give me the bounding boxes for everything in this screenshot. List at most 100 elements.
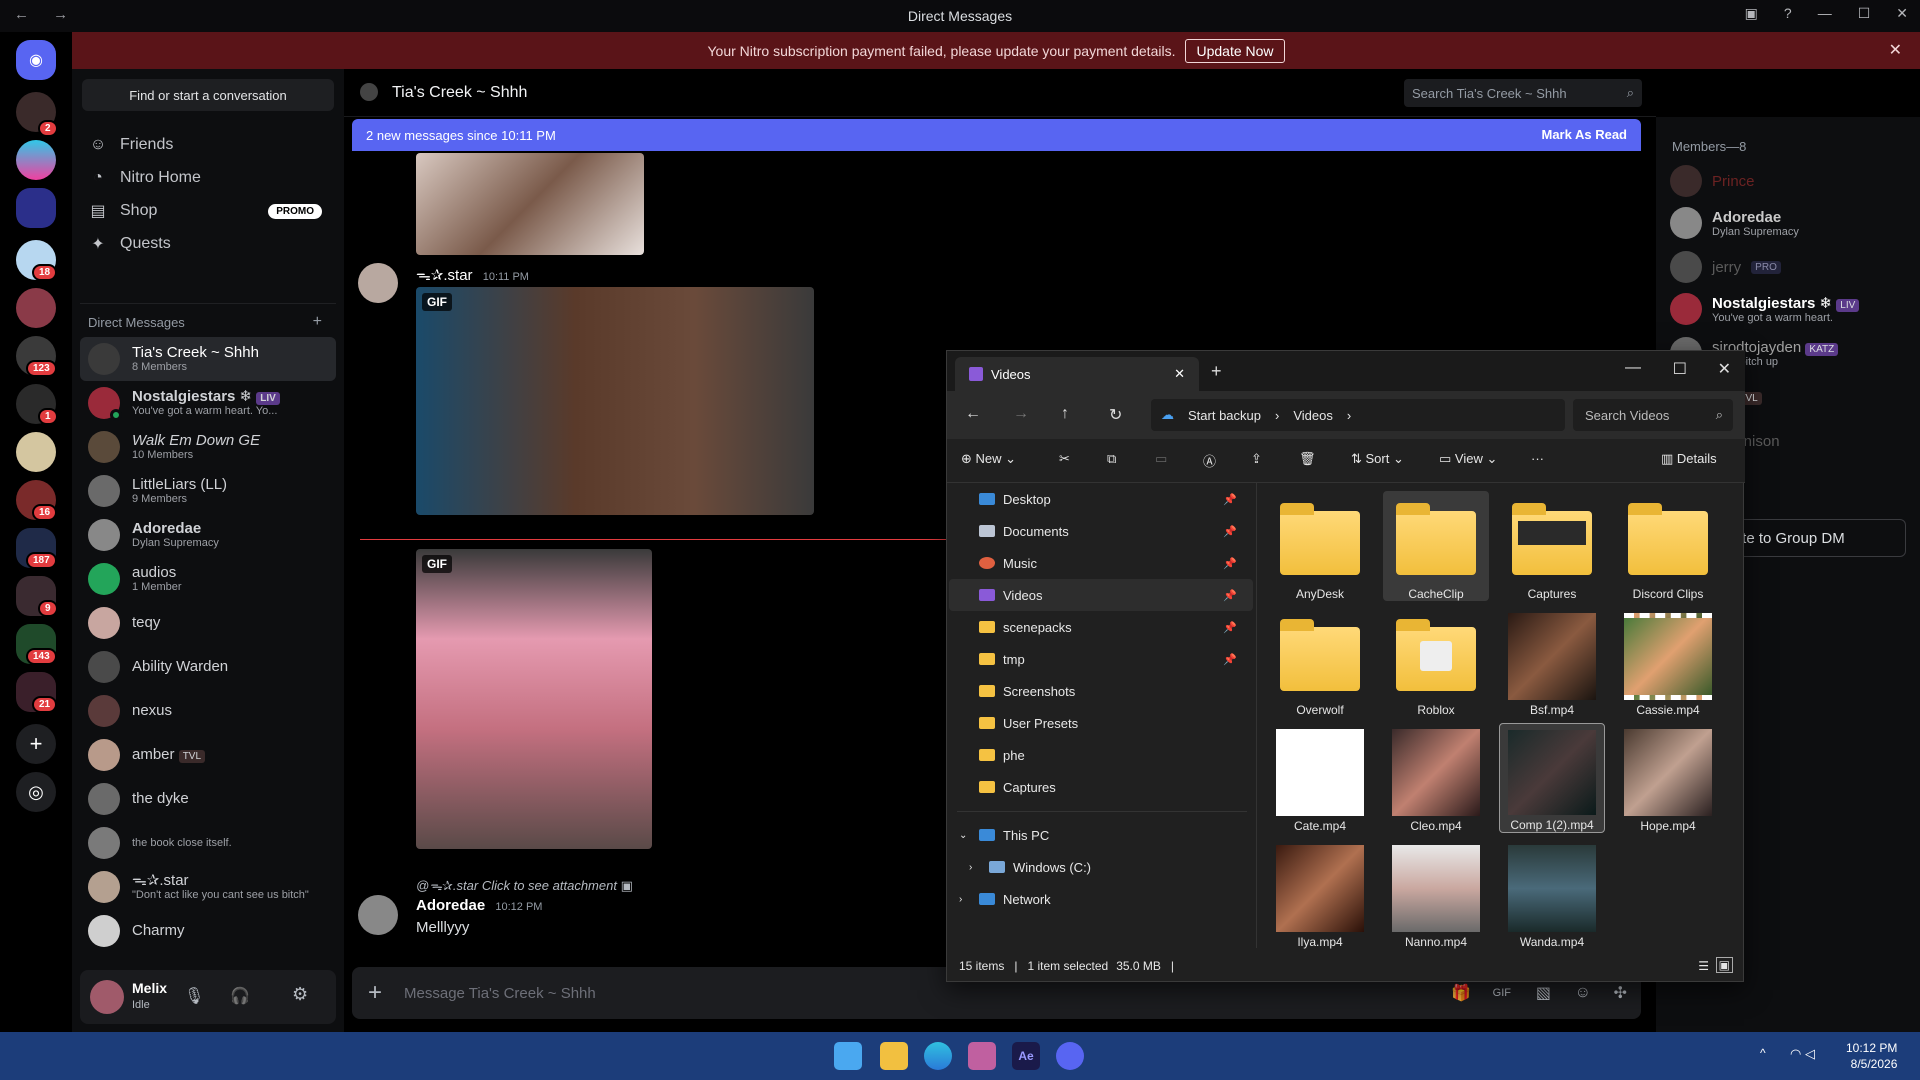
- dm-item[interactable]: LittleLiars (LL) 9 Members: [80, 469, 336, 513]
- nav-windows-c[interactable]: › Windows (C:): [949, 851, 1253, 883]
- emoji-icon[interactable]: ☺: [1575, 984, 1591, 1002]
- tray-chevron-icon[interactable]: ^: [1760, 1046, 1766, 1060]
- folder-item[interactable]: CacheClip: [1383, 491, 1489, 601]
- chevron-down-icon[interactable]: ⌄: [959, 830, 967, 841]
- folder-item[interactable]: Discord Clips: [1615, 491, 1721, 601]
- member-item[interactable]: Adoredae Dylan Supremacy: [1670, 207, 1799, 239]
- clock[interactable]: 10:12 PM 8/5/2026: [1846, 1040, 1897, 1072]
- refresh-icon[interactable]: ↻: [1109, 405, 1122, 425]
- nav-captures[interactable]: Captures: [949, 771, 1253, 803]
- close-button[interactable]: ✕: [1718, 359, 1731, 379]
- back-icon[interactable]: ←: [965, 405, 981, 423]
- new-messages-bar[interactable]: 2 new messages since 10:11 PM Mark As Re…: [352, 119, 1641, 151]
- server-icon[interactable]: [16, 140, 56, 180]
- close-tab-icon[interactable]: ✕: [1174, 366, 1185, 382]
- rename-icon[interactable]: Ⓐ: [1203, 451, 1216, 470]
- minimize-button[interactable]: —: [1625, 359, 1641, 377]
- nav-documents[interactable]: Documents 📌: [949, 515, 1253, 547]
- chevron-right-icon[interactable]: ›: [959, 894, 962, 905]
- wifi-icon[interactable]: ◠ ◁: [1790, 1046, 1815, 1062]
- breadcrumb-item[interactable]: Start backup: [1188, 408, 1261, 423]
- video-item[interactable]: Cate.mp4: [1267, 723, 1373, 833]
- discover-icon[interactable]: ◎: [16, 772, 56, 812]
- headphones-icon[interactable]: 🎧: [230, 986, 250, 1006]
- find-conversation-button[interactable]: Find or start a conversation: [82, 79, 334, 111]
- gif-image[interactable]: GIF: [416, 549, 652, 849]
- dm-item[interactable]: amber TVL: [80, 733, 336, 777]
- grid-view-icon[interactable]: ▣: [1715, 957, 1733, 973]
- folder-item[interactable]: AnyDesk: [1267, 491, 1373, 601]
- nav-network[interactable]: › Network: [949, 883, 1253, 915]
- nav-desktop[interactable]: Desktop 📌: [949, 483, 1253, 515]
- avatar[interactable]: [358, 895, 398, 935]
- help-icon[interactable]: ?: [1784, 5, 1792, 22]
- gif-picker-icon[interactable]: GIF: [1493, 987, 1511, 999]
- dm-item[interactable]: Charmy: [80, 909, 336, 953]
- minimize-button[interactable]: —: [1818, 5, 1832, 22]
- list-view-icon[interactable]: ☰: [1698, 959, 1709, 973]
- discord-icon[interactable]: [1056, 1042, 1084, 1070]
- apps-icon[interactable]: ✣: [1614, 983, 1627, 1003]
- inbox-icon[interactable]: ▣: [1745, 5, 1758, 22]
- message-author[interactable]: ᯓ✰.star: [416, 267, 473, 284]
- mark-as-read-button[interactable]: Mark As Read: [1542, 127, 1628, 142]
- start-icon[interactable]: [834, 1042, 862, 1070]
- folder-item[interactable]: Captures: [1499, 491, 1605, 601]
- video-item[interactable]: Cassie.mp4: [1615, 607, 1721, 717]
- details-button[interactable]: ▥ Details: [1661, 451, 1717, 467]
- nav-videos[interactable]: Videos 📌: [949, 579, 1253, 611]
- video-item[interactable]: Hope.mp4: [1615, 723, 1721, 833]
- dm-item[interactable]: Ability Warden: [80, 645, 336, 689]
- dm-item[interactable]: the book close itself.: [80, 821, 336, 865]
- dm-item[interactable]: the dyke: [80, 777, 336, 821]
- dm-item[interactable]: teqy: [80, 601, 336, 645]
- close-button[interactable]: ✕: [1896, 5, 1908, 22]
- video-item[interactable]: Ilya.mp4: [1267, 839, 1373, 949]
- server-icon[interactable]: [16, 288, 56, 328]
- video-item[interactable]: Bsf.mp4: [1499, 607, 1605, 717]
- dm-item[interactable]: audios 1 Member: [80, 557, 336, 601]
- nav-user-presets[interactable]: User Presets: [949, 707, 1253, 739]
- attach-icon[interactable]: +: [368, 979, 382, 1007]
- member-item[interactable]: jerry PRO: [1670, 251, 1781, 283]
- tab-videos[interactable]: Videos ✕: [955, 357, 1199, 391]
- sticker-icon[interactable]: ▧: [1536, 983, 1551, 1003]
- gif-image[interactable]: [416, 153, 644, 255]
- dm-item[interactable]: ᯓ✰.star "Don't act like you cant see us b…: [80, 865, 336, 909]
- nav-phe[interactable]: phe: [949, 739, 1253, 771]
- maximize-button[interactable]: ☐: [1673, 359, 1687, 379]
- dm-item[interactable]: Tia's Creek ~ Shhh 8 Members: [80, 337, 336, 381]
- nav-friends[interactable]: ☺ Friends: [88, 127, 174, 163]
- dm-item[interactable]: Walk Em Down GE 10 Members: [80, 425, 336, 469]
- chat-search-input[interactable]: Search Tia's Creek ~ Shhh ⌕: [1404, 79, 1642, 107]
- nav-shop[interactable]: ▤ Shop PROMO: [88, 193, 336, 229]
- nav-quests[interactable]: ✦ Quests: [88, 226, 170, 262]
- view-button[interactable]: ▭ View ⌄: [1439, 451, 1497, 467]
- member-item[interactable]: Nostalgiestars ❄ LIV You've got a warm he…: [1670, 293, 1860, 325]
- update-now-button[interactable]: Update Now: [1185, 38, 1285, 63]
- dm-item[interactable]: nexus: [80, 689, 336, 733]
- avatar[interactable]: [90, 980, 124, 1014]
- breadcrumb-item[interactable]: Videos: [1293, 408, 1333, 423]
- file-explorer-icon[interactable]: [880, 1042, 908, 1070]
- address-bar[interactable]: ☁ Start backup › Videos ›: [1151, 399, 1565, 431]
- message-author[interactable]: Adoredae: [416, 897, 485, 914]
- copy-icon[interactable]: ⧉: [1107, 451, 1116, 467]
- after-effects-icon[interactable]: Ae: [1012, 1042, 1040, 1070]
- maximize-button[interactable]: ☐: [1858, 5, 1871, 22]
- video-item[interactable]: Nanno.mp4: [1383, 839, 1489, 949]
- search-input[interactable]: Search Videos ⌕: [1573, 399, 1733, 431]
- nav-this-pc[interactable]: ⌄ This PC: [949, 819, 1253, 851]
- sort-button[interactable]: ⇅ Sort ⌄: [1351, 451, 1404, 467]
- more-icon[interactable]: ···: [1531, 451, 1544, 466]
- nav-screenshots[interactable]: Screenshots: [949, 675, 1253, 707]
- dm-item[interactable]: Nostalgiestars ❄ LIV You've got a warm he…: [80, 381, 336, 425]
- nav-tmp[interactable]: tmp 📌: [949, 643, 1253, 675]
- gif-image[interactable]: GIF: [416, 287, 814, 515]
- app-icon[interactable]: [968, 1042, 996, 1070]
- add-server-icon[interactable]: +: [16, 724, 56, 764]
- chevron-right-icon[interactable]: ›: [969, 862, 972, 873]
- up-icon[interactable]: ↑: [1061, 405, 1069, 423]
- discord-home-icon[interactable]: ◉: [16, 40, 56, 80]
- new-tab-icon[interactable]: +: [1211, 361, 1222, 382]
